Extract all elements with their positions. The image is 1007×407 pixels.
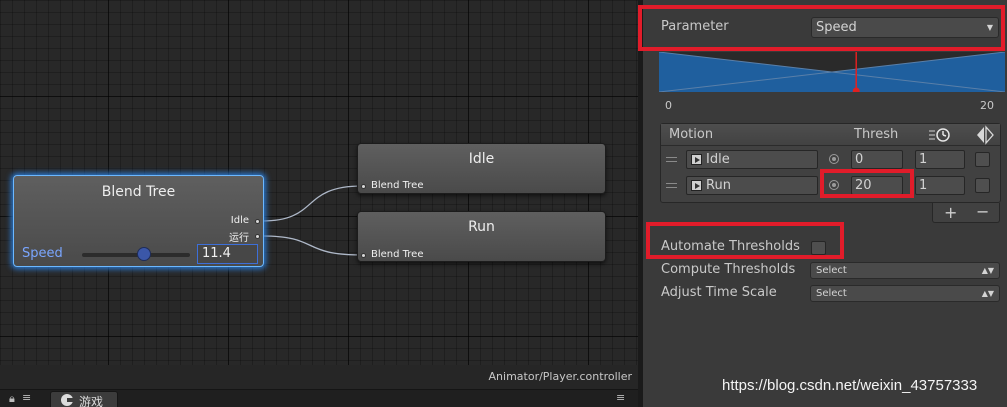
- animation-clip-icon: [691, 154, 702, 165]
- blend-tree-title: Blend Tree: [101, 184, 176, 200]
- controller-path: Animator/Player.controller: [488, 370, 632, 383]
- parameter-label: Parameter: [661, 19, 729, 34]
- adjust-time-scale-label: Adjust Time Scale: [661, 285, 777, 300]
- menu-icon[interactable]: ≡: [22, 391, 31, 404]
- graph-footer: Animator/Player.controller: [0, 365, 638, 389]
- output-idle-port[interactable]: [255, 219, 260, 224]
- idle-state-node[interactable]: Idle Blend Tree: [357, 143, 606, 194]
- run-node-title: Run: [468, 219, 495, 235]
- blend-tree-node[interactable]: Blend Tree Idle 运行 Speed 11.4: [13, 175, 264, 267]
- dropdown-arrow-icon: ▼: [986, 23, 993, 32]
- motion-clip-field[interactable]: Run: [686, 176, 818, 195]
- lock-icon[interactable]: 🔒︎: [9, 392, 15, 406]
- time-scale-field[interactable]: 1: [915, 150, 965, 169]
- idle-input-label: Blend Tree: [371, 180, 424, 191]
- run-input-port[interactable]: [361, 253, 366, 258]
- wire-run: [261, 235, 363, 256]
- inspector-panel: Parameter Speed ▼ 0 20 Motion Thresh Idl…: [643, 0, 1007, 407]
- updown-arrow-icon: ▲▼: [981, 266, 994, 275]
- mirror-checkbox[interactable]: [975, 152, 990, 167]
- compute-thresholds-value: Select: [816, 265, 847, 276]
- motion-list-header: Motion Thresh: [661, 124, 1000, 146]
- compute-thresholds-dropdown[interactable]: Select ▲▼: [810, 262, 1000, 279]
- adjust-time-scale-value: Select: [816, 288, 847, 299]
- automate-thresholds-label: Automate Thresholds: [661, 239, 800, 254]
- clock-icon: [929, 128, 950, 142]
- compute-threshold-icon[interactable]: [829, 154, 839, 164]
- thresh-column-header: Thresh: [854, 127, 899, 142]
- game-icon: [61, 394, 73, 406]
- motion-row-idle: Idle 0 1: [661, 148, 1000, 172]
- parameter-value: Speed: [816, 20, 857, 35]
- motion-list-footer: + −: [932, 202, 1000, 223]
- watermark: https://blog.csdn.net/weixin_43757333: [722, 377, 978, 394]
- speed-value-field[interactable]: 11.4: [197, 244, 258, 264]
- motion-list: Motion Thresh Idle 0 1 Run 20 1: [660, 123, 1001, 203]
- drag-handle-icon[interactable]: [666, 157, 677, 162]
- tab-game[interactable]: 游戏: [50, 391, 118, 407]
- run-input-label: Blend Tree: [371, 249, 424, 260]
- motion-row-run: Run 20 1: [661, 174, 1000, 198]
- adjust-time-scale-dropdown[interactable]: Select ▲▼: [810, 285, 1000, 302]
- motion-column-header: Motion: [669, 127, 714, 142]
- add-motion-button[interactable]: +: [944, 203, 957, 222]
- bottom-tab-strip: 🔒︎ ≡ 游戏 ≡: [0, 389, 638, 407]
- run-state-node[interactable]: Run Blend Tree: [357, 211, 606, 262]
- compute-thresholds-label: Compute Thresholds: [661, 262, 796, 277]
- tab-game-label: 游戏: [79, 395, 104, 407]
- mirror-icon: [977, 125, 994, 145]
- parameter-dropdown[interactable]: Speed ▼: [811, 17, 999, 38]
- panel-menu-icon[interactable]: ≡: [616, 391, 625, 404]
- remove-motion-button[interactable]: −: [976, 202, 989, 221]
- compute-threshold-icon[interactable]: [829, 180, 839, 190]
- threshold-field[interactable]: 20: [851, 176, 903, 195]
- idle-input-port[interactable]: [361, 184, 366, 189]
- range-min-label: 0: [665, 99, 672, 112]
- motion-clip-field[interactable]: Idle: [686, 150, 818, 169]
- motion-clip-name: Idle: [706, 152, 730, 167]
- motion-clip-name: Run: [706, 178, 731, 193]
- animator-graph-canvas[interactable]: Blend Tree Idle 运行 Speed 11.4 Idle Blend…: [0, 0, 638, 389]
- threshold-field[interactable]: 0: [851, 150, 903, 169]
- automate-thresholds-checkbox[interactable]: [811, 241, 826, 255]
- output-idle-label: Idle: [230, 215, 249, 226]
- wire-idle: [261, 185, 363, 222]
- speed-param-label: Speed: [22, 246, 63, 261]
- updown-arrow-icon: ▲▼: [981, 289, 994, 298]
- idle-node-title: Idle: [468, 151, 495, 167]
- output-run-port[interactable]: [255, 234, 260, 239]
- animation-clip-icon: [691, 180, 702, 191]
- range-max-label: 20: [980, 99, 994, 112]
- animator-window: Blend Tree Idle 运行 Speed 11.4 Idle Blend…: [0, 0, 1007, 407]
- drag-handle-icon[interactable]: [666, 183, 677, 188]
- speed-slider-thumb[interactable]: [136, 247, 151, 261]
- blend-preview-graph: [659, 52, 1005, 92]
- time-scale-field[interactable]: 1: [915, 176, 965, 195]
- mirror-checkbox[interactable]: [975, 178, 990, 193]
- output-run-label: 运行: [229, 233, 249, 244]
